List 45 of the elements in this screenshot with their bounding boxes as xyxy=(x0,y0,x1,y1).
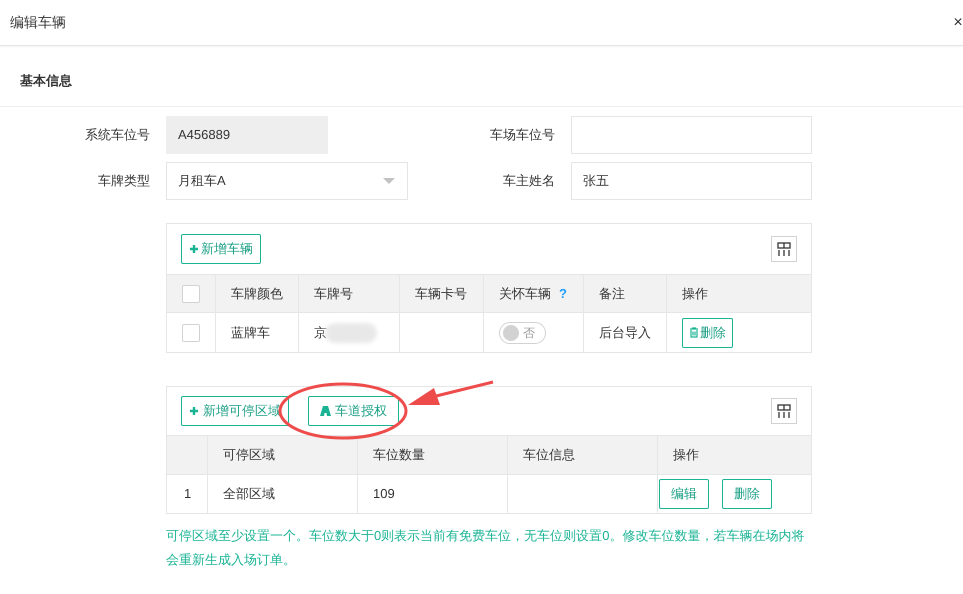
column-header: 可停区域 xyxy=(223,446,275,464)
table-cell-text: 1 xyxy=(184,485,192,504)
help-icon[interactable]: ? xyxy=(559,284,567,304)
table-cell-text: 109 xyxy=(373,485,395,504)
column-header: 车位数量 xyxy=(373,446,425,464)
select-field[interactable]: 月租车A xyxy=(166,162,408,200)
lane-authorization-button[interactable]: 车道授权 xyxy=(308,396,399,426)
trash-icon xyxy=(689,327,699,338)
table-cell-text: 京 xyxy=(314,324,327,342)
table-cell-text: 后台导入 xyxy=(599,324,651,342)
column-header: 备注 xyxy=(599,284,625,303)
column-header: 车辆卡号 xyxy=(415,284,467,303)
table-cell-text: 蓝牌车 xyxy=(231,324,270,342)
column-header: 车牌颜色 xyxy=(231,284,283,303)
checkbox[interactable] xyxy=(182,284,200,302)
edit-button[interactable]: 编辑 xyxy=(659,479,709,509)
field-label: 车牌类型 xyxy=(97,172,150,190)
field-label: 车场车位号 xyxy=(489,126,555,144)
column-header: 关怀车辆 xyxy=(499,284,551,303)
dialog-title: 编辑车辆 xyxy=(10,13,66,32)
table-cell-text: 全部区域 xyxy=(223,485,275,504)
grid-icon xyxy=(777,242,791,256)
column-toggle-button[interactable] xyxy=(771,398,797,424)
column-toggle-button[interactable] xyxy=(771,236,797,262)
input-field[interactable]: 张五 xyxy=(571,162,812,200)
close-button[interactable]: × xyxy=(953,14,963,30)
toggle-switch[interactable]: 否 xyxy=(499,322,546,344)
column-header: 车牌号 xyxy=(314,284,353,303)
field-label: 系统车位号 xyxy=(84,126,150,144)
plus-icon xyxy=(189,244,199,254)
caret-icon xyxy=(383,178,395,184)
column-header: 操作 xyxy=(673,446,699,464)
add-vehicle-button[interactable]: 新增车辆 xyxy=(181,234,261,264)
column-header: 车位信息 xyxy=(523,446,575,464)
column-header: 操作 xyxy=(682,284,708,303)
checkbox[interactable] xyxy=(182,324,200,342)
hint-text: 可停区域至少设置一个。车位数大于0则表示当前有免费车位，无车位则设置0。修改车位数量，若车辆在场内将会重新生成入场订单。 xyxy=(166,527,806,569)
delete-button[interactable]: 删除 xyxy=(682,318,733,348)
plus-icon xyxy=(189,406,199,416)
grid-icon xyxy=(777,404,791,418)
road-icon xyxy=(320,406,331,416)
input-field[interactable] xyxy=(571,116,812,154)
field-label: 车主姓名 xyxy=(502,172,555,190)
section-title: 基本信息 xyxy=(20,72,72,90)
delete-button[interactable]: 删除 xyxy=(722,479,772,509)
